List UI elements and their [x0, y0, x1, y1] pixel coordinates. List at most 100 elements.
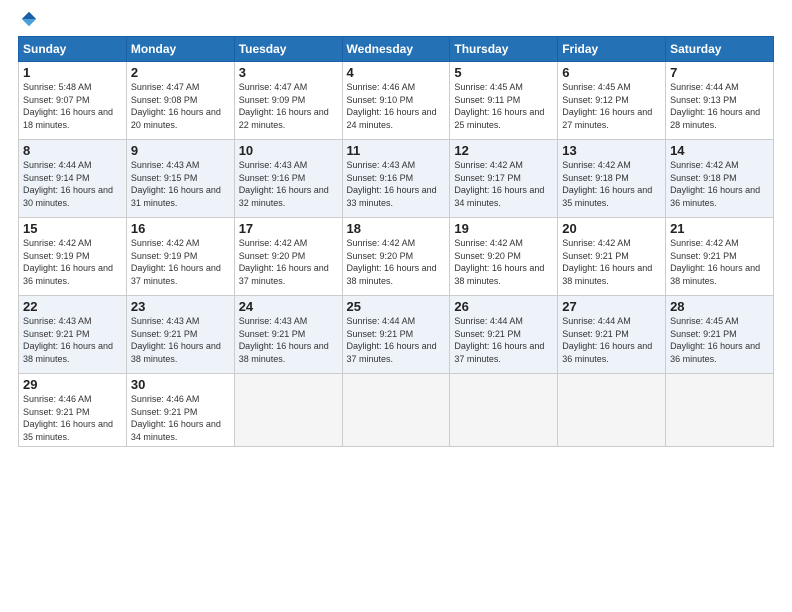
calendar-week-row: 29 Sunrise: 4:46 AMSunset: 9:21 PMDaylig…	[19, 374, 774, 447]
day-number: 16	[131, 221, 230, 236]
calendar-week-row: 22 Sunrise: 4:43 AMSunset: 9:21 PMDaylig…	[19, 296, 774, 374]
day-info: Sunrise: 4:42 AMSunset: 9:19 PMDaylight:…	[23, 238, 113, 286]
day-info: Sunrise: 4:42 AMSunset: 9:17 PMDaylight:…	[454, 160, 544, 208]
calendar-day-cell: 27 Sunrise: 4:44 AMSunset: 9:21 PMDaylig…	[558, 296, 666, 374]
day-number: 23	[131, 299, 230, 314]
day-info: Sunrise: 4:46 AMSunset: 9:21 PMDaylight:…	[23, 394, 113, 442]
day-info: Sunrise: 4:44 AMSunset: 9:21 PMDaylight:…	[347, 316, 437, 364]
day-info: Sunrise: 4:46 AMSunset: 9:21 PMDaylight:…	[131, 394, 221, 442]
calendar-day-header: Monday	[126, 37, 234, 62]
day-number: 15	[23, 221, 122, 236]
day-number: 2	[131, 65, 230, 80]
day-info: Sunrise: 4:43 AMSunset: 9:21 PMDaylight:…	[131, 316, 221, 364]
calendar-day-cell: 3 Sunrise: 4:47 AMSunset: 9:09 PMDayligh…	[234, 62, 342, 140]
calendar-day-cell: 1 Sunrise: 5:48 AMSunset: 9:07 PMDayligh…	[19, 62, 127, 140]
page: SundayMondayTuesdayWednesdayThursdayFrid…	[0, 0, 792, 612]
day-info: Sunrise: 4:44 AMSunset: 9:21 PMDaylight:…	[562, 316, 652, 364]
calendar-day-cell: 22 Sunrise: 4:43 AMSunset: 9:21 PMDaylig…	[19, 296, 127, 374]
day-info: Sunrise: 4:42 AMSunset: 9:18 PMDaylight:…	[670, 160, 760, 208]
calendar-header-row: SundayMondayTuesdayWednesdayThursdayFrid…	[19, 37, 774, 62]
day-info: Sunrise: 4:45 AMSunset: 9:11 PMDaylight:…	[454, 82, 544, 130]
day-info: Sunrise: 4:43 AMSunset: 9:21 PMDaylight:…	[23, 316, 113, 364]
day-info: Sunrise: 4:43 AMSunset: 9:21 PMDaylight:…	[239, 316, 329, 364]
calendar-day-cell: 5 Sunrise: 4:45 AMSunset: 9:11 PMDayligh…	[450, 62, 558, 140]
calendar-day-cell: 26 Sunrise: 4:44 AMSunset: 9:21 PMDaylig…	[450, 296, 558, 374]
day-info: Sunrise: 4:47 AMSunset: 9:09 PMDaylight:…	[239, 82, 329, 130]
day-number: 9	[131, 143, 230, 158]
day-info: Sunrise: 5:48 AMSunset: 9:07 PMDaylight:…	[23, 82, 113, 130]
calendar-day-header: Wednesday	[342, 37, 450, 62]
calendar-table: SundayMondayTuesdayWednesdayThursdayFrid…	[18, 36, 774, 447]
calendar-day-cell	[450, 374, 558, 447]
day-number: 8	[23, 143, 122, 158]
calendar-day-cell: 23 Sunrise: 4:43 AMSunset: 9:21 PMDaylig…	[126, 296, 234, 374]
day-info: Sunrise: 4:43 AMSunset: 9:15 PMDaylight:…	[131, 160, 221, 208]
day-number: 25	[347, 299, 446, 314]
day-number: 7	[670, 65, 769, 80]
calendar-day-cell: 18 Sunrise: 4:42 AMSunset: 9:20 PMDaylig…	[342, 218, 450, 296]
day-number: 21	[670, 221, 769, 236]
day-number: 13	[562, 143, 661, 158]
day-info: Sunrise: 4:45 AMSunset: 9:12 PMDaylight:…	[562, 82, 652, 130]
day-number: 6	[562, 65, 661, 80]
calendar-day-cell: 25 Sunrise: 4:44 AMSunset: 9:21 PMDaylig…	[342, 296, 450, 374]
day-number: 26	[454, 299, 553, 314]
day-number: 4	[347, 65, 446, 80]
header	[18, 10, 774, 30]
calendar-day-cell: 4 Sunrise: 4:46 AMSunset: 9:10 PMDayligh…	[342, 62, 450, 140]
calendar-week-row: 1 Sunrise: 5:48 AMSunset: 9:07 PMDayligh…	[19, 62, 774, 140]
calendar-day-cell	[342, 374, 450, 447]
calendar-day-cell	[666, 374, 774, 447]
day-number: 28	[670, 299, 769, 314]
calendar-day-cell: 10 Sunrise: 4:43 AMSunset: 9:16 PMDaylig…	[234, 140, 342, 218]
day-info: Sunrise: 4:47 AMSunset: 9:08 PMDaylight:…	[131, 82, 221, 130]
day-number: 18	[347, 221, 446, 236]
day-number: 17	[239, 221, 338, 236]
logo	[18, 10, 38, 30]
day-number: 29	[23, 377, 122, 392]
calendar-day-cell: 13 Sunrise: 4:42 AMSunset: 9:18 PMDaylig…	[558, 140, 666, 218]
day-info: Sunrise: 4:42 AMSunset: 9:18 PMDaylight:…	[562, 160, 652, 208]
day-info: Sunrise: 4:45 AMSunset: 9:21 PMDaylight:…	[670, 316, 760, 364]
day-number: 3	[239, 65, 338, 80]
calendar-day-header: Friday	[558, 37, 666, 62]
calendar-day-cell: 20 Sunrise: 4:42 AMSunset: 9:21 PMDaylig…	[558, 218, 666, 296]
day-info: Sunrise: 4:44 AMSunset: 9:14 PMDaylight:…	[23, 160, 113, 208]
day-number: 19	[454, 221, 553, 236]
calendar-day-cell: 11 Sunrise: 4:43 AMSunset: 9:16 PMDaylig…	[342, 140, 450, 218]
calendar-day-header: Tuesday	[234, 37, 342, 62]
calendar-week-row: 8 Sunrise: 4:44 AMSunset: 9:14 PMDayligh…	[19, 140, 774, 218]
calendar-day-header: Sunday	[19, 37, 127, 62]
day-number: 14	[670, 143, 769, 158]
calendar-day-cell: 15 Sunrise: 4:42 AMSunset: 9:19 PMDaylig…	[19, 218, 127, 296]
day-info: Sunrise: 4:46 AMSunset: 9:10 PMDaylight:…	[347, 82, 437, 130]
calendar-day-cell: 16 Sunrise: 4:42 AMSunset: 9:19 PMDaylig…	[126, 218, 234, 296]
logo-area	[18, 10, 38, 30]
day-info: Sunrise: 4:42 AMSunset: 9:19 PMDaylight:…	[131, 238, 221, 286]
day-number: 24	[239, 299, 338, 314]
day-number: 5	[454, 65, 553, 80]
calendar-week-row: 15 Sunrise: 4:42 AMSunset: 9:19 PMDaylig…	[19, 218, 774, 296]
calendar-day-header: Saturday	[666, 37, 774, 62]
day-info: Sunrise: 4:42 AMSunset: 9:21 PMDaylight:…	[562, 238, 652, 286]
logo-icon	[20, 10, 38, 28]
calendar-day-cell: 8 Sunrise: 4:44 AMSunset: 9:14 PMDayligh…	[19, 140, 127, 218]
calendar-day-cell: 19 Sunrise: 4:42 AMSunset: 9:20 PMDaylig…	[450, 218, 558, 296]
calendar-day-cell: 17 Sunrise: 4:42 AMSunset: 9:20 PMDaylig…	[234, 218, 342, 296]
calendar-day-cell: 24 Sunrise: 4:43 AMSunset: 9:21 PMDaylig…	[234, 296, 342, 374]
day-number: 20	[562, 221, 661, 236]
day-info: Sunrise: 4:42 AMSunset: 9:20 PMDaylight:…	[347, 238, 437, 286]
day-number: 22	[23, 299, 122, 314]
calendar-day-cell: 7 Sunrise: 4:44 AMSunset: 9:13 PMDayligh…	[666, 62, 774, 140]
day-number: 27	[562, 299, 661, 314]
day-info: Sunrise: 4:43 AMSunset: 9:16 PMDaylight:…	[239, 160, 329, 208]
day-info: Sunrise: 4:44 AMSunset: 9:13 PMDaylight:…	[670, 82, 760, 130]
day-number: 12	[454, 143, 553, 158]
calendar-day-cell: 21 Sunrise: 4:42 AMSunset: 9:21 PMDaylig…	[666, 218, 774, 296]
calendar-day-cell	[558, 374, 666, 447]
calendar-day-cell: 9 Sunrise: 4:43 AMSunset: 9:15 PMDayligh…	[126, 140, 234, 218]
day-info: Sunrise: 4:42 AMSunset: 9:20 PMDaylight:…	[454, 238, 544, 286]
day-number: 1	[23, 65, 122, 80]
day-number: 10	[239, 143, 338, 158]
calendar-day-cell	[234, 374, 342, 447]
